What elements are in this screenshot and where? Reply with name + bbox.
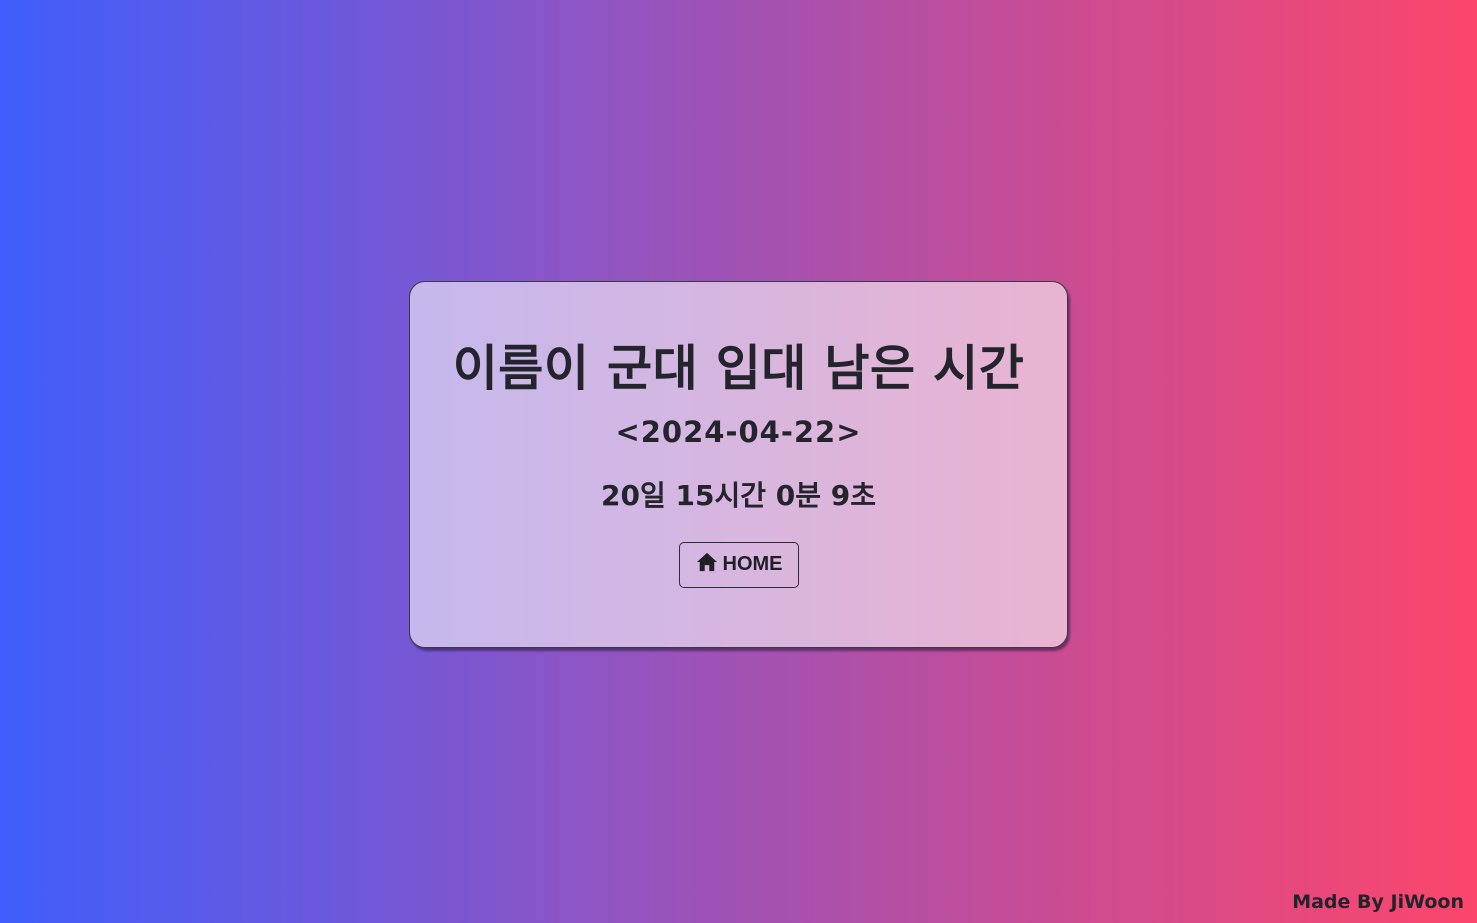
footer-credit: Made By JiWoon (1292, 891, 1464, 913)
home-icon (696, 552, 718, 572)
home-button-label: HOME (722, 552, 783, 575)
page-title: 이름이 군대 입대 남은 시간 (452, 340, 1025, 397)
enlistment-date: <2024-04-22> (615, 415, 862, 449)
home-button[interactable]: HOME (679, 542, 799, 588)
countdown-timer: 20일 15시간 0분 9초 (601, 479, 876, 512)
countdown-card: 이름이 군대 입대 남은 시간 <2024-04-22> 20일 15시간 0분… (409, 281, 1068, 648)
